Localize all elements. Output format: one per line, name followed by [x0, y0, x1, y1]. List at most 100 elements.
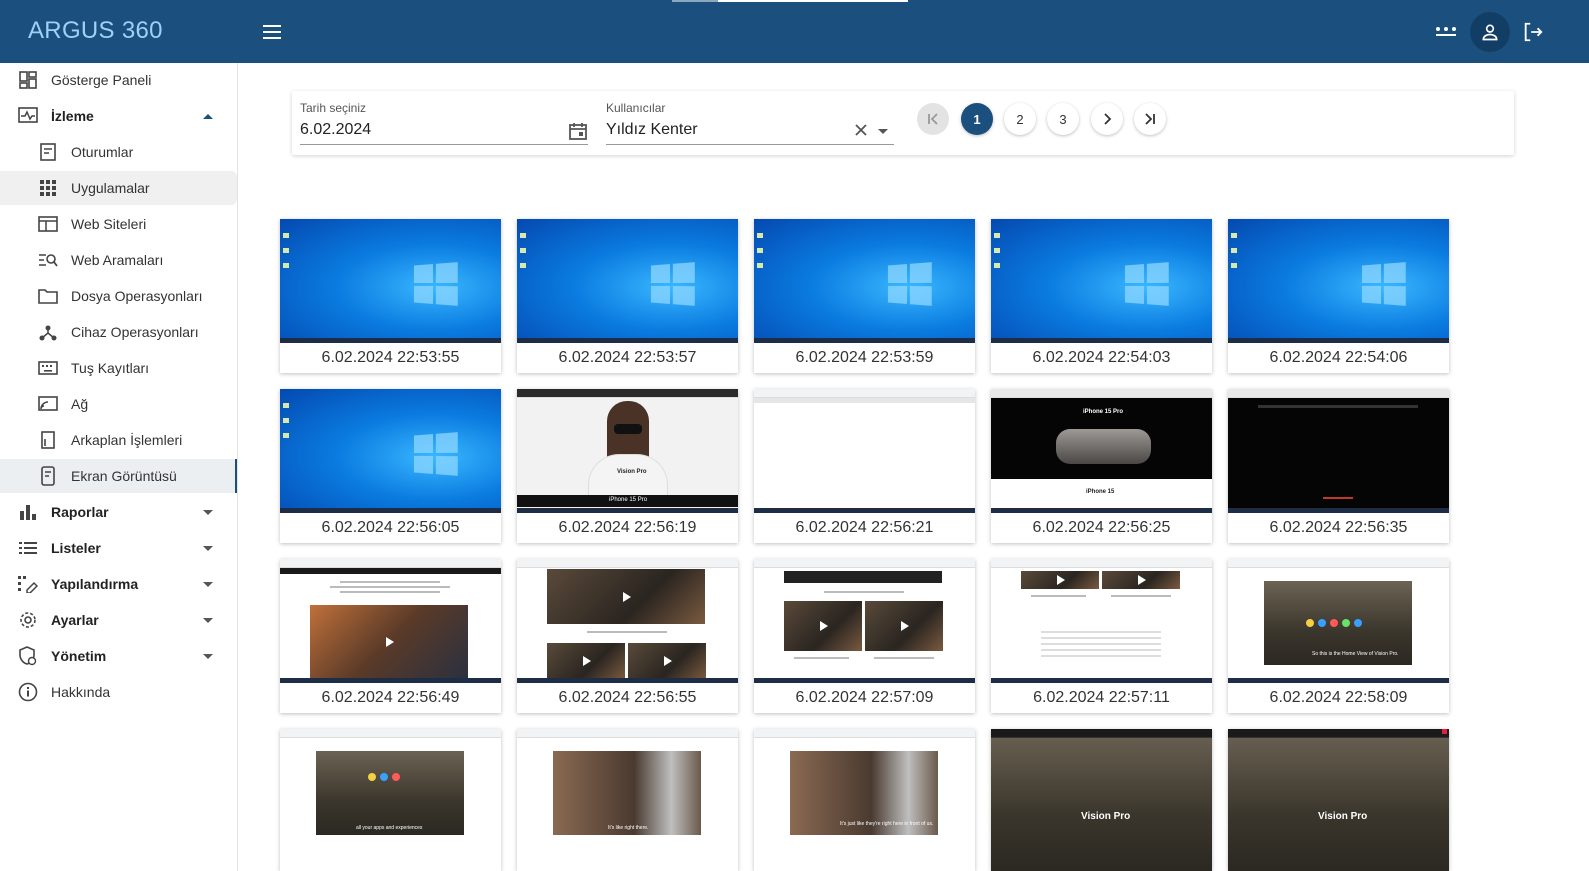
date-picker-value[interactable]: 6.02.2024	[300, 121, 371, 139]
apps-icon	[37, 177, 59, 199]
sidebar-item-device-operations[interactable]: Cihaz Operasyonları	[0, 315, 237, 349]
configuration-icon	[17, 573, 39, 595]
screenshot-icon	[37, 465, 59, 487]
clear-icon[interactable]	[854, 123, 868, 142]
screenshot-card[interactable]: It's like right there.	[517, 729, 738, 871]
screenshot-thumbnail	[991, 219, 1212, 343]
screenshot-thumbnail: Vision Pro	[991, 729, 1212, 871]
screenshot-card[interactable]: 6.02.2024 22:53:55	[280, 219, 501, 373]
sidebar-item-lists[interactable]: Listeler	[0, 531, 237, 565]
screenshot-card[interactable]: 6.02.2024 22:56:55	[517, 559, 738, 713]
sidebar-item-label: Yapılandırma	[51, 576, 139, 592]
screenshot-timestamp: 6.02.2024 22:56:25	[1032, 519, 1171, 536]
dropdown-arrow-icon[interactable]	[878, 129, 888, 134]
screenshot-timestamp: 6.02.2024 22:56:19	[558, 519, 697, 536]
page-button-3[interactable]: 3	[1047, 103, 1079, 135]
thumb-text: Vision Pro	[1318, 811, 1368, 822]
user-profile-button[interactable]	[1470, 12, 1510, 52]
screenshot-card[interactable]: 6.02.2024 22:56:35	[1228, 389, 1449, 543]
sidebar-item-label: Ağ	[71, 396, 89, 412]
screenshot-card[interactable]: 6.02.2024 22:56:21	[754, 389, 975, 543]
screenshot-card[interactable]: all your apps and experiences	[280, 729, 501, 871]
last-page-button[interactable]	[1134, 103, 1166, 135]
sidebar-item-sessions[interactable]: Oturumlar	[0, 135, 237, 169]
sidebar-item-about[interactable]: Hakkında	[0, 675, 237, 709]
sidebar-item-applications[interactable]: Uygulamalar	[0, 171, 237, 205]
sidebar-item-screenshot[interactable]: Ekran Görüntüsü	[0, 459, 237, 493]
sidebar-item-configuration[interactable]: Yapılandırma	[0, 567, 237, 601]
lists-icon	[17, 537, 39, 559]
loading-indicator-bar	[718, 0, 908, 2]
more-options-button[interactable]	[1426, 12, 1466, 52]
sidebar-item-label: Ayarlar	[51, 612, 99, 628]
screenshot-timestamp: 6.02.2024 22:53:59	[795, 349, 934, 366]
thumb-text: So this is the Home View of Vision Pro.	[1312, 651, 1399, 657]
sidebar-item-web-searches[interactable]: Web Aramaları	[0, 243, 237, 277]
next-page-button[interactable]	[1091, 103, 1123, 135]
calendar-icon[interactable]	[568, 121, 588, 146]
date-picker-field[interactable]: Tarih seçiniz 6.02.2024	[300, 101, 588, 145]
sidebar-item-background-processes[interactable]: Arkaplan İşlemleri	[0, 423, 237, 457]
screenshot-timestamp: 6.02.2024 22:56:05	[321, 519, 460, 536]
screenshot-card[interactable]: So this is the Home View of Vision Pro. …	[1228, 559, 1449, 713]
background-process-icon	[37, 429, 59, 451]
screenshot-thumbnail	[1228, 389, 1449, 513]
screenshot-thumbnail	[517, 559, 738, 683]
screenshot-card[interactable]: Vision Pro	[1228, 729, 1449, 871]
chevron-down-icon	[203, 653, 213, 659]
screenshot-thumbnail: So this is the Home View of Vision Pro.	[1228, 559, 1449, 683]
page-button-1[interactable]: 1	[961, 103, 993, 135]
sidebar-item-keylogs[interactable]: Tuş Kayıtları	[0, 351, 237, 385]
screenshot-thumbnail: It's just like they're right here in fro…	[754, 729, 975, 871]
sidebar-item-settings[interactable]: Ayarlar	[0, 603, 237, 637]
users-select-value[interactable]: Yıldız Kenter	[606, 121, 698, 139]
page-button-2[interactable]: 2	[1004, 103, 1036, 135]
sidebar-item-file-operations[interactable]: Dosya Operasyonları	[0, 279, 237, 313]
sessions-icon	[37, 141, 59, 163]
screenshot-timestamp: 6.02.2024 22:56:55	[558, 689, 697, 706]
device-icon	[37, 321, 59, 343]
screenshot-thumbnail: Vision Pro	[1228, 729, 1449, 871]
monitoring-icon	[17, 105, 39, 127]
screenshot-card[interactable]: 6.02.2024 22:54:06	[1228, 219, 1449, 373]
screenshot-card[interactable]: 6.02.2024 22:53:59	[754, 219, 975, 373]
screenshot-thumbnail: iPhone 15 Pro iPhone 15	[991, 389, 1212, 513]
web-search-icon	[37, 249, 59, 271]
sidebar-item-label: İzleme	[51, 108, 94, 124]
sidebar-item-management[interactable]: Yönetim	[0, 639, 237, 673]
sidebar-item-label: Hakkında	[51, 684, 111, 700]
screenshot-timestamp: 6.02.2024 22:54:03	[1032, 349, 1171, 366]
sidebar-item-dashboard[interactable]: Gösterge Paneli	[0, 63, 237, 97]
screenshot-card[interactable]: 6.02.2024 22:53:57	[517, 219, 738, 373]
screenshot-card[interactable]: Vision Pro	[991, 729, 1212, 871]
screenshot-card[interactable]: 6.02.2024 22:57:11	[991, 559, 1212, 713]
screenshot-card[interactable]: It's just like they're right here in fro…	[754, 729, 975, 871]
users-select-field[interactable]: Kullanıcılar Yıldız Kenter	[606, 101, 894, 145]
sidebar-item-label: Tuş Kayıtları	[71, 360, 150, 376]
sidebar-item-websites[interactable]: Web Siteleri	[0, 207, 237, 241]
network-icon	[37, 393, 59, 415]
screenshot-card[interactable]: 6.02.2024 22:56:49	[280, 559, 501, 713]
loading-indicator	[672, 0, 718, 2]
more-dots-icon	[1436, 27, 1456, 36]
screenshot-thumbnail: all your apps and experiences	[280, 729, 501, 871]
screenshot-timestamp: 6.02.2024 22:53:55	[321, 349, 460, 366]
first-page-button[interactable]	[917, 103, 949, 135]
sidebar-item-reports[interactable]: Raporlar	[0, 495, 237, 529]
screenshot-card[interactable]: 6.02.2024 22:56:05	[280, 389, 501, 543]
sidebar-item-network[interactable]: Ağ	[0, 387, 237, 421]
menu-toggle-button[interactable]	[258, 18, 286, 46]
chevron-down-icon	[203, 617, 213, 623]
screenshot-card[interactable]: iPhone 15 Pro iPhone 15 6.02.2024 22:56:…	[991, 389, 1212, 543]
chevron-down-icon	[203, 581, 213, 587]
screenshot-card[interactable]: Vision Pro iPhone 15 Pro 6.02.2024 22:56…	[517, 389, 738, 543]
logout-icon	[1524, 22, 1543, 42]
screenshot-timestamp: 6.02.2024 22:57:09	[795, 689, 934, 706]
sidebar-item-monitoring[interactable]: İzleme	[0, 99, 237, 133]
screenshot-card[interactable]: 6.02.2024 22:54:03	[991, 219, 1212, 373]
screenshot-card[interactable]: 6.02.2024 22:57:09	[754, 559, 975, 713]
logout-button[interactable]	[1513, 12, 1553, 52]
thumb-text: iPhone 15	[1086, 489, 1115, 495]
sidebar: Gösterge Paneli İzleme Oturumlar Uygulam…	[0, 63, 238, 871]
sidebar-item-label: Ekran Görüntüsü	[71, 468, 177, 484]
